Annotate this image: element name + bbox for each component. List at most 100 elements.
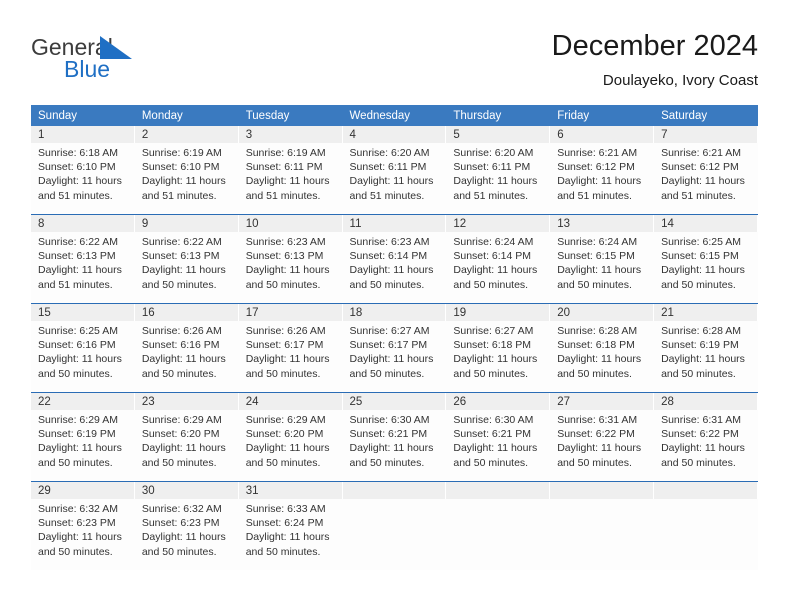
day-cell-empty <box>446 481 551 570</box>
daylight-text-line1: Daylight: 11 hours <box>38 175 122 188</box>
page-header: General Blue December 2024 Doulayeko, Iv… <box>31 28 758 98</box>
sunset-text: Sunset: 6:11 PM <box>245 161 323 174</box>
day-details: Sunrise: 6:18 AM Sunset: 6:10 PM Daylight:… <box>31 143 135 203</box>
sunrise-text: Sunrise: 6:30 AM <box>453 414 534 426</box>
day-cell[interactable]: 6 Sunrise: 6:21 AM Sunset: 6:12 PM Daylight… <box>550 126 655 215</box>
day-details: Sunrise: 6:27 AM Sunset: 6:17 PM Daylight:… <box>343 321 447 381</box>
day-cell-empty <box>550 481 655 570</box>
daylight-text-line1: Daylight: 11 hours <box>349 264 434 277</box>
day-cell[interactable]: 11 Sunrise: 6:23 AM Sunset: 6:14 PM Dayligh… <box>342 214 447 304</box>
calendar-week-row: 1 Sunrise: 6:18 AM Sunset: 6:10 PM Daylight… <box>31 126 758 215</box>
sunset-text: Sunset: 6:10 PM <box>38 161 116 174</box>
daylight-text-line1: Daylight: 11 hours <box>141 175 226 188</box>
day-cell[interactable]: 14 Sunrise: 6:25 AM Sunset: 6:15 PM Dayligh… <box>654 214 758 304</box>
day-details: Sunrise: 6:25 AM Sunset: 6:15 PM Daylight:… <box>654 232 758 292</box>
day-cell[interactable]: 5 Sunrise: 6:20 AM Sunset: 6:11 PM Daylight… <box>446 126 551 215</box>
sunset-text: Sunset: 6:22 PM <box>557 428 635 441</box>
daylight-text-line2: and 50 minutes. <box>245 545 321 558</box>
day-details: Sunrise: 6:24 AM Sunset: 6:14 PM Daylight:… <box>446 232 550 292</box>
day-cell-empty <box>654 481 758 570</box>
day-cell[interactable]: 23 Sunrise: 6:29 AM Sunset: 6:20 PM Dayligh… <box>134 392 239 482</box>
day-cell[interactable]: 28 Sunrise: 6:31 AM Sunset: 6:22 PM Dayligh… <box>654 392 758 482</box>
day-cell[interactable]: 26 Sunrise: 6:30 AM Sunset: 6:21 PM Dayligh… <box>446 392 551 482</box>
day-cell[interactable]: 16 Sunrise: 6:26 AM Sunset: 6:16 PM Dayligh… <box>134 303 239 393</box>
day-details: Sunrise: 6:30 AM Sunset: 6:21 PM Daylight:… <box>446 410 550 470</box>
day-cell[interactable]: 1 Sunrise: 6:18 AM Sunset: 6:10 PM Daylight… <box>31 126 135 215</box>
day-cell[interactable]: 12 Sunrise: 6:24 AM Sunset: 6:14 PM Dayligh… <box>446 214 551 304</box>
day-cell[interactable]: 2 Sunrise: 6:19 AM Sunset: 6:10 PM Daylight… <box>134 126 239 215</box>
daylight-text-line1: Daylight: 11 hours <box>557 264 642 277</box>
calendar-header-row: Sunday Monday Tuesday Wednesday Thursday… <box>31 105 758 126</box>
daylight-text-line1: Daylight: 11 hours <box>38 353 122 366</box>
title-block: December 2024 Doulayeko, Ivory Coast <box>552 28 758 90</box>
day-cell[interactable]: 20 Sunrise: 6:28 AM Sunset: 6:18 PM Dayligh… <box>550 303 655 393</box>
sunset-text: Sunset: 6:18 PM <box>453 339 532 352</box>
sunset-text: Sunset: 6:20 PM <box>141 428 220 441</box>
daylight-text-line1: Daylight: 11 hours <box>245 175 330 188</box>
daylight-text-line1: Daylight: 11 hours <box>557 442 642 455</box>
day-number: 30 <box>134 482 239 499</box>
day-cell[interactable]: 24 Sunrise: 6:29 AM Sunset: 6:20 PM Dayligh… <box>238 392 343 482</box>
day-number: 18 <box>342 304 447 321</box>
day-number: 4 <box>342 126 447 143</box>
day-cell[interactable]: 22 Sunrise: 6:29 AM Sunset: 6:19 PM Dayligh… <box>31 392 135 482</box>
day-number: 31 <box>238 482 343 499</box>
day-details <box>343 499 447 502</box>
day-cell[interactable]: 19 Sunrise: 6:27 AM Sunset: 6:18 PM Dayligh… <box>446 303 551 393</box>
sunset-text: Sunset: 6:10 PM <box>141 161 220 174</box>
day-number: 23 <box>134 393 239 410</box>
day-cell[interactable]: 7 Sunrise: 6:21 AM Sunset: 6:12 PM Daylight… <box>654 126 758 215</box>
day-details <box>550 499 654 502</box>
sunrise-text: Sunrise: 6:19 AM <box>141 147 222 159</box>
sunset-text: Sunset: 6:11 PM <box>453 161 531 174</box>
day-cell[interactable]: 15 Sunrise: 6:25 AM Sunset: 6:16 PM Dayligh… <box>31 303 135 393</box>
day-cell[interactable]: 10 Sunrise: 6:23 AM Sunset: 6:13 PM Dayligh… <box>238 214 343 304</box>
daylight-text-line1: Daylight: 11 hours <box>245 353 330 366</box>
sunset-text: Sunset: 6:13 PM <box>141 250 220 263</box>
day-cell[interactable]: 4 Sunrise: 6:20 AM Sunset: 6:11 PM Daylight… <box>342 126 447 215</box>
weekday-header-friday: Friday <box>550 105 655 126</box>
day-number <box>654 482 758 499</box>
day-number: 10 <box>238 215 343 232</box>
general-blue-logo[interactable]: General Blue <box>31 34 261 90</box>
sunrise-text: Sunrise: 6:23 AM <box>245 236 326 248</box>
daylight-text-line2: and 50 minutes. <box>141 545 217 558</box>
day-cell[interactable]: 31 Sunrise: 6:33 AM Sunset: 6:24 PM Dayligh… <box>238 481 343 570</box>
day-cell[interactable]: 3 Sunrise: 6:19 AM Sunset: 6:11 PM Daylight… <box>238 126 343 215</box>
day-details: Sunrise: 6:31 AM Sunset: 6:22 PM Daylight:… <box>654 410 758 470</box>
daylight-text-line1: Daylight: 11 hours <box>453 264 538 277</box>
day-cell[interactable]: 27 Sunrise: 6:31 AM Sunset: 6:22 PM Dayligh… <box>550 392 655 482</box>
sunset-text: Sunset: 6:14 PM <box>453 250 532 263</box>
sunrise-text: Sunrise: 6:23 AM <box>349 236 430 248</box>
day-cell[interactable]: 18 Sunrise: 6:27 AM Sunset: 6:17 PM Dayligh… <box>342 303 447 393</box>
day-cell[interactable]: 25 Sunrise: 6:30 AM Sunset: 6:21 PM Dayligh… <box>342 392 447 482</box>
day-cell[interactable]: 8 Sunrise: 6:22 AM Sunset: 6:13 PM Daylight… <box>31 214 135 304</box>
day-number: 9 <box>134 215 239 232</box>
day-details: Sunrise: 6:19 AM Sunset: 6:11 PM Daylight:… <box>239 143 343 203</box>
day-cell[interactable]: 30 Sunrise: 6:32 AM Sunset: 6:23 PM Dayligh… <box>134 481 239 570</box>
day-cell[interactable]: 17 Sunrise: 6:26 AM Sunset: 6:17 PM Dayligh… <box>238 303 343 393</box>
day-details: Sunrise: 6:29 AM Sunset: 6:19 PM Daylight:… <box>31 410 135 470</box>
daylight-text-line1: Daylight: 11 hours <box>38 264 122 277</box>
sunrise-text: Sunrise: 6:18 AM <box>38 147 118 159</box>
sunset-text: Sunset: 6:22 PM <box>661 428 739 441</box>
day-details: Sunrise: 6:20 AM Sunset: 6:11 PM Daylight:… <box>343 143 447 203</box>
daylight-text-line2: and 51 minutes. <box>453 189 529 202</box>
day-number: 19 <box>446 304 551 321</box>
day-details <box>654 499 758 502</box>
day-number: 27 <box>550 393 655 410</box>
daylight-text-line2: and 50 minutes. <box>453 456 529 469</box>
day-number: 8 <box>31 215 135 232</box>
day-number: 16 <box>134 304 239 321</box>
daylight-text-line1: Daylight: 11 hours <box>661 442 745 455</box>
day-cell[interactable]: 13 Sunrise: 6:24 AM Sunset: 6:15 PM Dayligh… <box>550 214 655 304</box>
day-cell[interactable]: 29 Sunrise: 6:32 AM Sunset: 6:23 PM Dayligh… <box>31 481 135 570</box>
day-number: 20 <box>550 304 655 321</box>
day-cell[interactable]: 9 Sunrise: 6:22 AM Sunset: 6:13 PM Daylight… <box>134 214 239 304</box>
weekday-header-tuesday: Tuesday <box>238 105 343 126</box>
day-cell[interactable]: 21 Sunrise: 6:28 AM Sunset: 6:19 PM Dayligh… <box>654 303 758 393</box>
day-number: 6 <box>550 126 655 143</box>
day-details: Sunrise: 6:21 AM Sunset: 6:12 PM Daylight:… <box>550 143 654 203</box>
sunrise-text: Sunrise: 6:20 AM <box>349 147 430 159</box>
daylight-text-line1: Daylight: 11 hours <box>141 531 226 544</box>
